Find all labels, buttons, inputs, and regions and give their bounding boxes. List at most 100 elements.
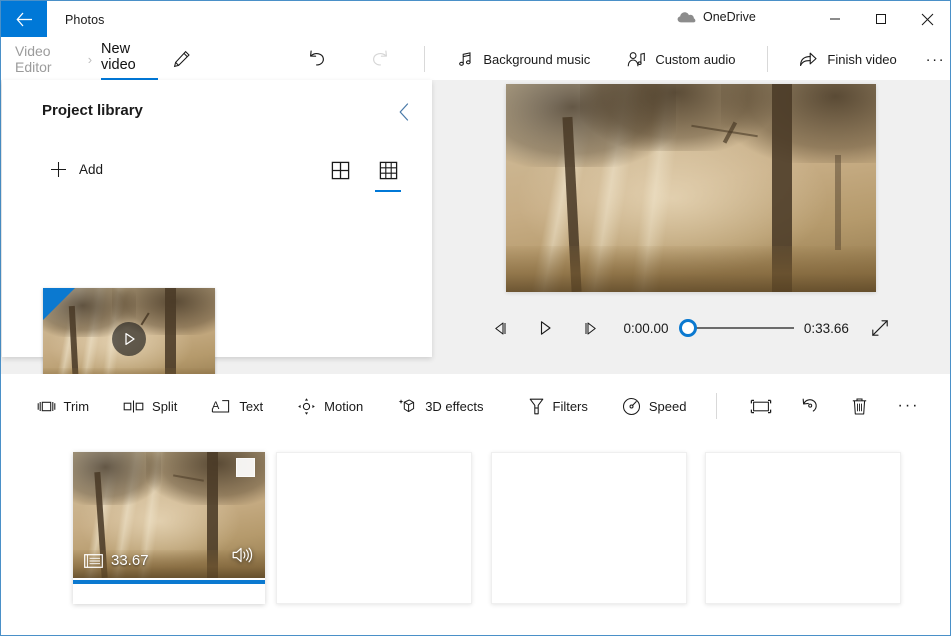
play-icon [540, 321, 551, 335]
play-pause-button[interactable] [530, 312, 560, 344]
rename-project-button[interactable] [168, 43, 197, 75]
minimize-button[interactable] [812, 1, 858, 37]
undo-icon [309, 50, 324, 66]
previous-frame-button[interactable] [485, 312, 515, 344]
previous-frame-icon [494, 321, 506, 335]
clip-edit-toolbar: Trim Split A Text Motion 3D effects Filt… [1, 386, 950, 426]
command-overflow-button[interactable]: ··· [921, 43, 950, 75]
storyboard-section: Trim Split A Text Motion 3D effects Filt… [1, 374, 950, 635]
film-strip-icon [84, 553, 103, 568]
scrubber-track [687, 327, 794, 329]
3d-effects-label: 3D effects [425, 398, 484, 414]
music-note-icon [459, 51, 472, 66]
storyboard-track: 33.67 [1, 442, 950, 610]
storyboard-empty-slot-3[interactable] [705, 452, 901, 604]
total-time-label: 0:33.66 [803, 320, 849, 336]
finish-video-button[interactable]: Finish video [789, 43, 906, 75]
thumbnail-play-button[interactable] [112, 322, 146, 356]
add-media-label: Add [79, 162, 104, 177]
more-options-button[interactable]: ··· [892, 390, 924, 422]
person-audio-icon [628, 51, 646, 66]
background-music-button[interactable]: Background music [447, 43, 600, 75]
text-label: Text [239, 398, 264, 414]
custom-audio-button[interactable]: Custom audio [617, 43, 745, 75]
chevron-left-icon [399, 103, 408, 121]
storyboard-empty-slot-1[interactable] [276, 452, 472, 604]
close-button[interactable] [904, 1, 950, 37]
motion-button[interactable]: Motion [287, 390, 373, 422]
preview-image [506, 84, 876, 292]
next-frame-icon [585, 321, 596, 335]
onedrive-label: OneDrive [703, 10, 756, 24]
current-time-label: 0:00.00 [623, 320, 669, 336]
storyboard-clip-thumbnail: 33.67 [73, 452, 265, 578]
back-arrow-icon [15, 12, 32, 26]
window-controls [812, 1, 950, 37]
project-library-title: Project library [42, 102, 143, 119]
edit-toolbar-separator [716, 393, 718, 419]
custom-audio-label: Custom audio [655, 51, 736, 67]
3d-effects-button[interactable]: 3D effects [387, 390, 493, 422]
filters-button[interactable]: Filters [518, 390, 598, 422]
pencil-icon [174, 50, 191, 68]
storyboard-empty-slot-2[interactable] [491, 452, 687, 604]
text-icon: A [212, 400, 230, 413]
redo-icon [372, 50, 387, 66]
resize-fit-button[interactable] [745, 390, 777, 422]
split-button[interactable]: Split [113, 390, 187, 422]
clip-audio-toggle[interactable] [232, 546, 253, 569]
library-view-toggles [324, 154, 404, 192]
next-frame-button[interactable] [575, 312, 605, 344]
view-small-grid-button[interactable] [372, 154, 404, 192]
fullscreen-icon [872, 320, 888, 336]
scrubber-thumb[interactable] [678, 319, 697, 337]
clip-select-checkbox[interactable] [236, 458, 255, 477]
breadcrumb: Video Editor › New video [1, 41, 158, 80]
trim-button[interactable]: Trim [27, 390, 100, 422]
cloud-icon [677, 11, 696, 22]
project-library-panel: Project library Add [2, 80, 432, 390]
3d-effects-icon [398, 398, 415, 412]
rotate-button[interactable] [794, 390, 826, 422]
title-bar: Photos OneDrive [1, 1, 950, 38]
motion-icon [298, 397, 315, 415]
maximize-button[interactable] [858, 1, 904, 37]
collapse-library-button[interactable] [389, 97, 419, 127]
delete-button[interactable] [843, 390, 875, 422]
playback-scrubber[interactable] [678, 318, 794, 338]
command-bar: Video Editor › New video Background musi… [1, 38, 950, 80]
speed-icon [622, 397, 640, 415]
speed-label: Speed [648, 398, 687, 414]
clip-duration-label: 33.67 [111, 552, 149, 569]
play-icon [124, 332, 135, 346]
finish-video-label: Finish video [827, 51, 897, 67]
maximize-icon [876, 14, 886, 24]
breadcrumb-video-editor[interactable]: Video Editor [15, 43, 79, 75]
split-icon [123, 400, 144, 412]
back-button[interactable] [1, 1, 47, 37]
filters-icon [529, 398, 543, 414]
speaker-on-icon [232, 547, 253, 563]
undo-button[interactable] [302, 43, 331, 75]
add-media-button[interactable]: Add [49, 160, 103, 179]
resize-fit-icon [751, 399, 772, 413]
video-preview[interactable] [506, 84, 876, 292]
speed-button[interactable]: Speed [612, 390, 697, 422]
app-title: Photos [65, 12, 105, 27]
playback-transport-controls: 0:00.00 0:33.66 [485, 308, 895, 348]
text-button[interactable]: A Text [201, 390, 273, 422]
minimize-icon [830, 18, 840, 20]
view-large-grid-button[interactable] [324, 154, 356, 186]
clip-selected-indicator [73, 580, 265, 584]
share-export-icon [800, 52, 817, 66]
fullscreen-button[interactable] [865, 312, 895, 344]
breadcrumb-new-video[interactable]: New video [101, 41, 158, 80]
thumbnail-selected-corner-badge [43, 288, 75, 320]
split-label: Split [152, 398, 178, 414]
close-icon [921, 13, 933, 25]
storyboard-clip[interactable]: 33.67 [73, 452, 265, 604]
rotate-icon [803, 398, 818, 412]
onedrive-status[interactable]: OneDrive [677, 10, 756, 24]
redo-button[interactable] [365, 43, 394, 75]
editor-upper-section: Project library Add 0:00.00 0:33.66 [1, 80, 950, 390]
